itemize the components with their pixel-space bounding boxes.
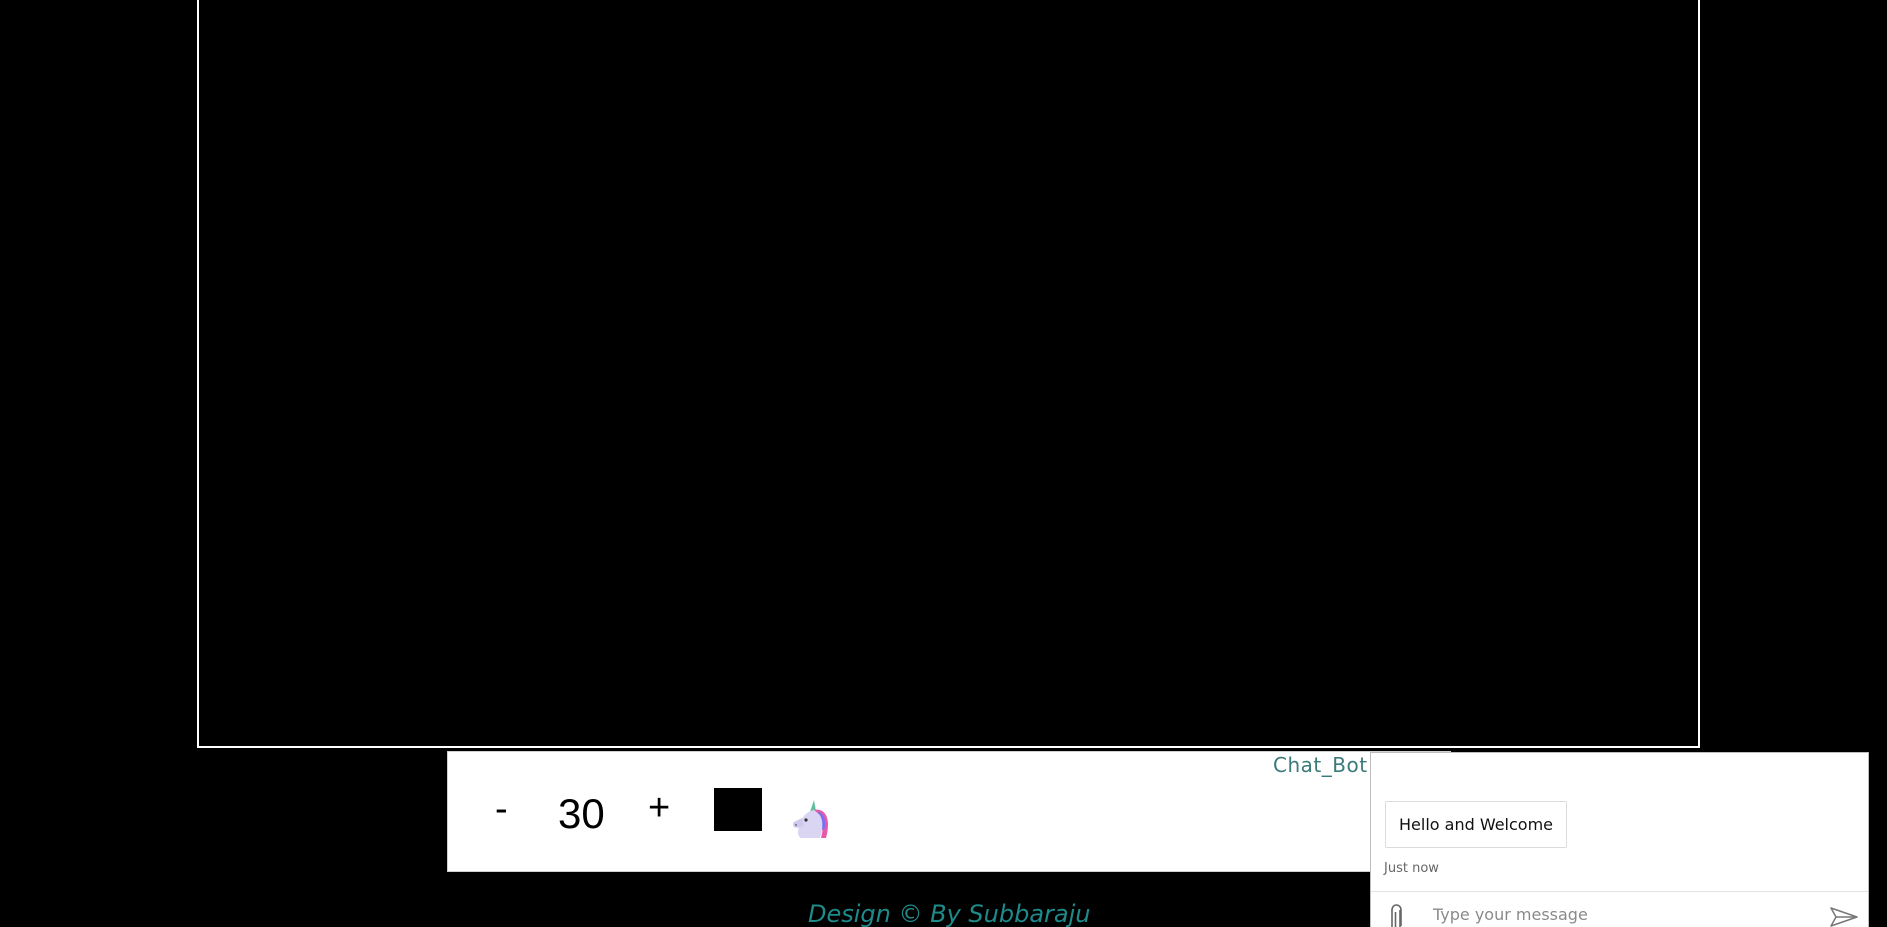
drawing-canvas[interactable]: [197, 0, 1700, 748]
chat-message-bubble: Hello and Welcome: [1385, 801, 1568, 848]
chat-panel: Hello and Welcome Just now: [1370, 752, 1869, 927]
brush-size-value: 30: [558, 790, 605, 837]
paperclip-icon[interactable]: [1389, 904, 1405, 927]
footer-credit: Design © By Subbaraju: [808, 900, 1091, 927]
decrease-size-button[interactable]: -: [495, 788, 508, 831]
increase-size-button[interactable]: +: [648, 787, 670, 830]
page: - 30 + Chat_Bot Hello and Welcome Just n…: [0, 0, 1887, 927]
color-picker[interactable]: [714, 788, 762, 831]
chat-message-time: Just now: [1384, 861, 1439, 876]
unicorn-icon[interactable]: [790, 798, 832, 840]
chatbot-label: Chat_Bot: [1273, 753, 1368, 777]
chat-input-row: [1371, 891, 1868, 927]
send-icon[interactable]: [1829, 906, 1859, 927]
chat-message-input[interactable]: [1433, 900, 1813, 927]
